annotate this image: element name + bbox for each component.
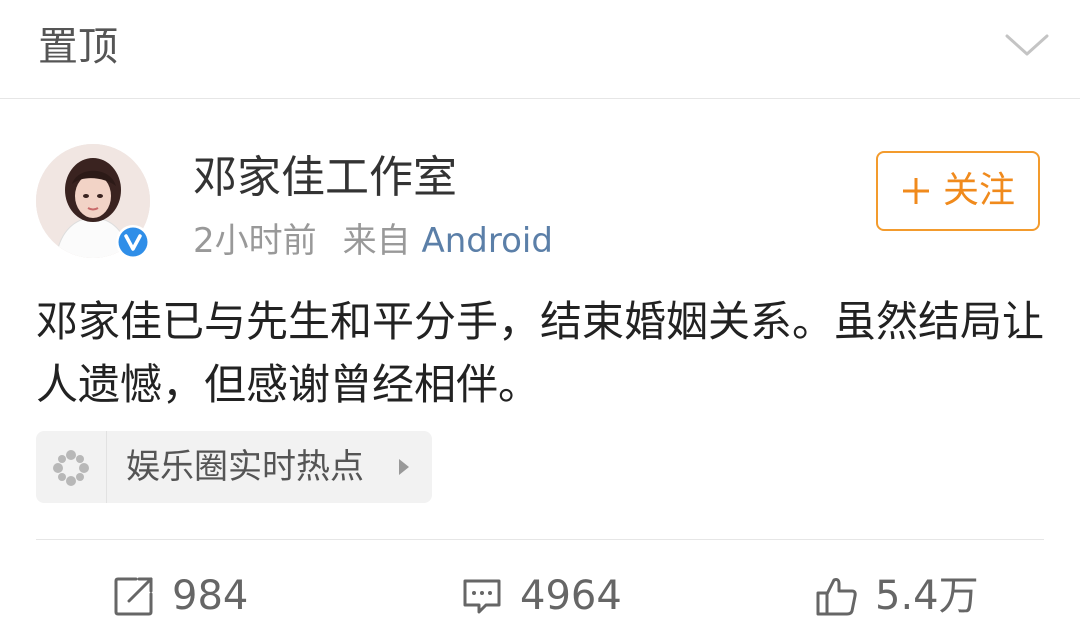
pinned-label: 置顶: [38, 24, 118, 70]
comment-count: 4964: [520, 573, 622, 618]
post-text: 邓家佳已与先生和平分手，结束婚姻关系。虽然结局让人遗憾，但感谢曾经相伴。: [36, 297, 1045, 409]
username[interactable]: 邓家佳工作室: [193, 150, 457, 206]
like-count: 5.4万: [875, 573, 979, 618]
follow-button[interactable]: 关注: [876, 151, 1040, 231]
weibo-post-page: 置顶 邓家佳工作室 2小时前 来自 Android 关注 邓家佳已与先生和平分手…: [0, 0, 1080, 618]
comment-button[interactable]: 4964: [460, 566, 622, 618]
topic-flower-icon: [53, 450, 89, 486]
comment-icon: [463, 579, 501, 614]
verified-badge-icon: [116, 225, 150, 259]
topic-divider: [106, 431, 107, 503]
topic-chip[interactable]: 娱乐圈实时热点: [36, 431, 432, 503]
triangle-right-icon: [399, 459, 409, 475]
post-meta: 2小时前 来自 Android: [193, 220, 553, 262]
actions-divider: [36, 539, 1044, 540]
repost-count: 984: [172, 573, 249, 618]
chevron-down-icon[interactable]: [1003, 30, 1051, 60]
repost-button[interactable]: 984: [112, 566, 248, 618]
topic-label: 娱乐圈实时热点: [126, 447, 364, 487]
source-prefix: 来自: [342, 221, 411, 261]
pinned-header: 置顶: [0, 0, 1080, 99]
source-device: Android: [421, 221, 553, 261]
repost-icon: [114, 577, 153, 616]
plus-icon: [902, 178, 929, 204]
thumbs-up-icon: [816, 578, 857, 616]
follow-label: 关注: [942, 170, 1015, 211]
post-time: 2小时前: [193, 221, 317, 261]
like-button[interactable]: 5.4万: [815, 566, 979, 618]
